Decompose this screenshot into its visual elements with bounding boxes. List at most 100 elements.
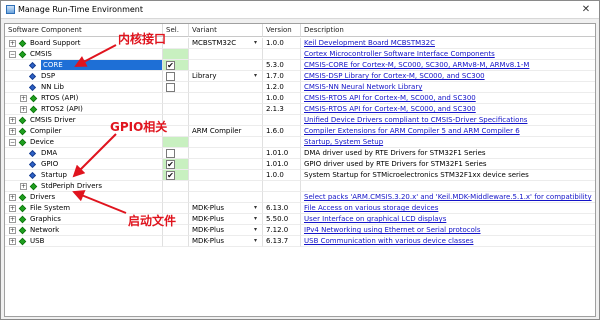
expand-icon[interactable]: + xyxy=(9,117,16,124)
expand-icon[interactable]: + xyxy=(20,95,27,102)
description-link[interactable]: CMSIS-CORE for Cortex-M, SC000, SC300, A… xyxy=(304,61,529,69)
description-link[interactable]: USB Communication with various device cl… xyxy=(304,237,473,245)
component-name[interactable]: Graphics xyxy=(30,214,61,224)
expand-icon[interactable]: + xyxy=(9,40,16,47)
collapse-icon[interactable]: − xyxy=(9,139,16,146)
chevron-down-icon[interactable]: ▾ xyxy=(254,73,260,79)
component-group-icon xyxy=(18,127,27,136)
variant-cell[interactable]: MDK-Plus ▾ xyxy=(189,236,263,247)
table-row[interactable]: Startup ✔ 1.0.0 System Startup for STMicroe… xyxy=(5,170,595,181)
component-name[interactable]: RTOS (API) xyxy=(41,93,78,103)
component-name[interactable]: Board Support xyxy=(30,38,80,48)
component-name[interactable]: File System xyxy=(30,203,70,213)
description-link[interactable]: Keil Development Board MCBSTM32C xyxy=(304,39,435,47)
description-link[interactable]: File Access on various storage devices xyxy=(304,204,438,212)
table-row[interactable]: − Device Startup, System Setup xyxy=(5,137,595,148)
table-row[interactable]: + RTOS2 (API) 2.1.3 CMSIS-RTOS API for Cort… xyxy=(5,104,595,115)
description-link[interactable]: CMSIS-NN Neural Network Library xyxy=(304,83,422,91)
component-name[interactable]: USB xyxy=(30,236,44,246)
table-row[interactable]: CORE ✔ 5.3.0 CMSIS-CORE for Cortex-M, SC000… xyxy=(5,60,595,71)
expand-icon[interactable]: + xyxy=(9,216,16,223)
table-row[interactable]: + Board Support MCBSTM32C ▾ 1.0.0 Keil Develo… xyxy=(5,38,595,49)
table-row[interactable]: + CMSIS Driver Unified Device Drivers comp… xyxy=(5,115,595,126)
variant-cell[interactable]: MDK-Plus ▾ xyxy=(189,225,263,236)
component-cell: DMA xyxy=(5,148,163,159)
table-row[interactable]: + Network MDK-Plus ▾ 7.12.0 IPv4 Networking u… xyxy=(5,225,595,236)
component-group-icon xyxy=(18,50,27,59)
component-name[interactable]: CMSIS xyxy=(30,49,52,59)
table-row[interactable]: + USB MDK-Plus ▾ 6.13.7 USB Communication wit… xyxy=(5,236,595,247)
table-row[interactable]: + StdPeriph Drivers xyxy=(5,181,595,192)
collapse-icon[interactable]: − xyxy=(9,51,16,58)
col-header-version[interactable]: Version xyxy=(263,24,301,37)
variant-cell[interactable]: MDK-Plus ▾ xyxy=(189,214,263,225)
select-checkbox[interactable]: ✔ xyxy=(166,171,175,180)
component-icon xyxy=(28,72,37,81)
table-row[interactable]: + Drivers Select packs 'ARM.CMSIS.3.20.x' … xyxy=(5,192,595,203)
close-button[interactable]: ✕ xyxy=(575,2,597,17)
component-name[interactable]: NN Lib xyxy=(41,82,64,92)
description-link[interactable]: Cortex Microcontroller Software Interfac… xyxy=(304,50,495,58)
table-row[interactable]: GPIO ✔ 1.01.0 GPIO driver used by RTE Drive… xyxy=(5,159,595,170)
table-row[interactable]: + Compiler ARM Compiler 1.6.0 Compiler Exten… xyxy=(5,126,595,137)
component-name[interactable]: Drivers xyxy=(30,192,55,202)
expand-icon[interactable]: + xyxy=(9,227,16,234)
description-cell: Startup, System Setup xyxy=(301,137,595,148)
description-link[interactable]: CMSIS-RTOS API for Cortex-M, SC000, and … xyxy=(304,105,476,113)
description-link[interactable]: IPv4 Networking using Ethernet or Serial… xyxy=(304,226,481,234)
component-name[interactable]: CORE xyxy=(41,60,162,70)
table-row[interactable]: DSP Library ▾ 1.7.0 CMSIS-DSP Library for Co… xyxy=(5,71,595,82)
expand-icon[interactable]: + xyxy=(9,205,16,212)
variant-cell[interactable]: MDK-Plus ▾ xyxy=(189,203,263,214)
component-name[interactable]: DSP xyxy=(41,71,55,81)
description-link[interactable]: CMSIS-RTOS API for Cortex-M, SC000, and … xyxy=(304,94,476,102)
select-checkbox[interactable]: ✔ xyxy=(166,160,175,169)
component-name[interactable]: DMA xyxy=(41,148,57,158)
expand-icon[interactable]: + xyxy=(9,128,16,135)
select-checkbox[interactable] xyxy=(166,72,175,81)
select-checkbox[interactable] xyxy=(166,83,175,92)
expand-icon[interactable]: + xyxy=(9,238,16,245)
component-name[interactable]: GPIO xyxy=(41,159,58,169)
description-link[interactable]: User Interface on graphical LCD displays xyxy=(304,215,446,223)
description-link[interactable]: Startup, System Setup xyxy=(304,138,383,146)
select-cell xyxy=(163,93,189,104)
table-row[interactable]: + Graphics MDK-Plus ▾ 5.50.0 User Interface o… xyxy=(5,214,595,225)
select-checkbox[interactable] xyxy=(166,149,175,158)
description-link[interactable]: Unified Device Drivers compliant to CMSI… xyxy=(304,116,527,124)
description-link[interactable]: CMSIS-DSP Library for Cortex-M, SC000, a… xyxy=(304,72,485,80)
component-icon xyxy=(28,149,37,158)
component-name[interactable]: Compiler xyxy=(30,126,62,136)
col-header-description[interactable]: Description xyxy=(301,24,595,37)
table-row[interactable]: + RTOS (API) 1.0.0 CMSIS-RTOS API for Corte… xyxy=(5,93,595,104)
component-name[interactable]: CMSIS Driver xyxy=(30,115,76,125)
expand-icon[interactable]: + xyxy=(20,106,27,113)
select-checkbox[interactable]: ✔ xyxy=(166,61,175,70)
chevron-down-icon[interactable]: ▾ xyxy=(254,205,260,211)
description-link[interactable]: Compiler Extensions for ARM Compiler 5 a… xyxy=(304,127,520,135)
table-row[interactable]: − CMSIS Cortex Microcontroller Software In… xyxy=(5,49,595,60)
component-name[interactable]: Network xyxy=(30,225,59,235)
col-header-variant[interactable]: Variant xyxy=(189,24,263,37)
component-name[interactable]: StdPeriph Drivers xyxy=(41,181,102,191)
table-row[interactable]: NN Lib 1.2.0 CMSIS-NN Neural Network Libra… xyxy=(5,82,595,93)
variant-cell xyxy=(189,159,263,170)
expand-icon[interactable]: + xyxy=(20,183,27,190)
col-header-sel[interactable]: Sel. xyxy=(163,24,189,37)
expand-icon[interactable]: + xyxy=(9,194,16,201)
variant-cell[interactable]: MCBSTM32C ▾ xyxy=(189,38,263,49)
table-row[interactable]: DMA 1.01.0 DMA driver used by RTE Drivers … xyxy=(5,148,595,159)
chevron-down-icon[interactable]: ▾ xyxy=(254,40,260,46)
component-name[interactable]: RTOS2 (API) xyxy=(41,104,83,114)
description-link[interactable]: Select packs 'ARM.CMSIS.3.20.x' and 'Kei… xyxy=(304,193,592,201)
variant-cell xyxy=(189,115,263,126)
chevron-down-icon[interactable]: ▾ xyxy=(254,238,260,244)
select-cell xyxy=(163,38,189,49)
chevron-down-icon[interactable]: ▾ xyxy=(254,216,260,222)
table-row[interactable]: + File System MDK-Plus ▾ 6.13.0 File Access o… xyxy=(5,203,595,214)
select-cell: ✔ xyxy=(163,159,189,170)
chevron-down-icon[interactable]: ▾ xyxy=(254,227,260,233)
component-name[interactable]: Device xyxy=(30,137,54,147)
variant-cell[interactable]: Library ▾ xyxy=(189,71,263,82)
component-name[interactable]: Startup xyxy=(41,170,67,180)
